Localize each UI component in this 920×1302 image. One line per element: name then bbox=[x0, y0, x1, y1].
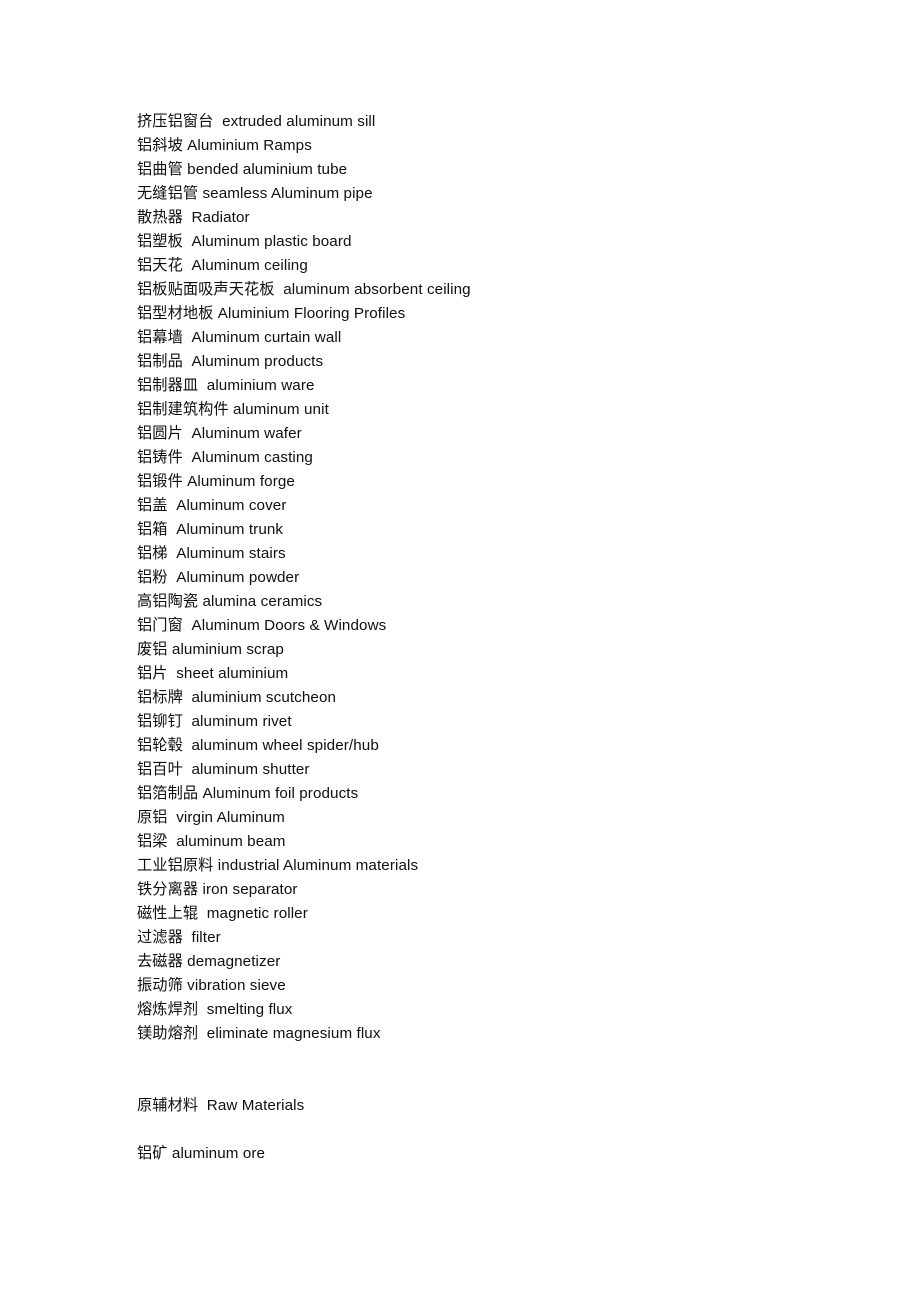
glossary-entry: 铝梯 Aluminum stairs bbox=[137, 545, 286, 562]
glossary-entry: 无缝铝管 seamless Aluminum pipe bbox=[137, 185, 373, 202]
glossary-entry: 铝幕墙 Aluminum curtain wall bbox=[137, 329, 342, 346]
glossary-entry: 铝铸件 Aluminum casting bbox=[137, 449, 313, 466]
glossary-entry: 铝锻件 Aluminum forge bbox=[137, 473, 295, 490]
glossary-entry: 过滤器 filter bbox=[137, 929, 221, 946]
glossary-entry: 铝板贴面吸声天花板 aluminum absorbent ceiling bbox=[137, 281, 471, 298]
glossary-entry: 挤压铝窗台 extruded aluminum sill bbox=[137, 113, 376, 130]
glossary-entry: 原铝 virgin Aluminum bbox=[137, 809, 285, 826]
glossary-entry: 铝粉 Aluminum powder bbox=[137, 569, 300, 586]
document-page: 挤压铝窗台 extruded aluminum sill 铝斜坡 Alumini… bbox=[0, 0, 920, 1302]
glossary-entry: 高铝陶瓷 alumina ceramics bbox=[137, 593, 323, 610]
glossary-term-list: 挤压铝窗台 extruded aluminum sill 铝斜坡 Alumini… bbox=[137, 110, 857, 1046]
glossary-entry: 去磁器 demagnetizer bbox=[137, 953, 281, 970]
glossary-entry: 铝天花 Aluminum ceiling bbox=[137, 257, 308, 274]
glossary-entry: 铝塑板 Aluminum plastic board bbox=[137, 233, 352, 250]
glossary-entry: 铝梁 aluminum beam bbox=[137, 833, 286, 850]
glossary-entry: 铝斜坡 Aluminium Ramps bbox=[137, 137, 312, 154]
glossary-entry: 铝制器皿 aluminium ware bbox=[137, 377, 315, 394]
glossary-entry: 废铝 aluminium scrap bbox=[137, 641, 284, 658]
glossary-entry: 铝盖 Aluminum cover bbox=[137, 497, 287, 514]
glossary-entry: 铝型材地板 Aluminium Flooring Profiles bbox=[137, 305, 406, 322]
glossary-entry: 铝门窗 Aluminum Doors & Windows bbox=[137, 617, 387, 634]
document-body: 挤压铝窗台 extruded aluminum sill 铝斜坡 Alumini… bbox=[137, 110, 857, 1166]
section-heading-raw-materials: 原辅材料 Raw Materials bbox=[137, 1097, 305, 1114]
glossary-entry: 铝圆片 Aluminum wafer bbox=[137, 425, 302, 442]
glossary-entry: 铝矿 aluminum ore bbox=[137, 1145, 266, 1162]
glossary-entry: 散热器 Radiator bbox=[137, 209, 250, 226]
glossary-entry: 铝制品 Aluminum products bbox=[137, 353, 324, 370]
glossary-entry: 铝曲管 bended aluminium tube bbox=[137, 161, 348, 178]
glossary-entry: 铁分离器 iron separator bbox=[137, 881, 298, 898]
glossary-entry: 振动筛 vibration sieve bbox=[137, 977, 286, 994]
glossary-entry: 铝标牌 aluminium scutcheon bbox=[137, 689, 337, 706]
glossary-entry: 铝百叶 aluminum shutter bbox=[137, 761, 310, 778]
glossary-entry: 铝铆钉 aluminum rivet bbox=[137, 713, 292, 730]
glossary-entry: 铝箱 Aluminum trunk bbox=[137, 521, 284, 538]
glossary-entry: 熔炼焊剂 smelting flux bbox=[137, 1001, 293, 1018]
glossary-entry: 铝轮毂 aluminum wheel spider/hub bbox=[137, 737, 379, 754]
glossary-entry: 铝制建筑构件 aluminum unit bbox=[137, 401, 329, 418]
glossary-entry: 工业铝原料 industrial Aluminum materials bbox=[137, 857, 419, 874]
glossary-entry: 铝箔制品 Aluminum foil products bbox=[137, 785, 359, 802]
glossary-entry: 磁性上辊 magnetic roller bbox=[137, 905, 308, 922]
glossary-entry: 铝片 sheet aluminium bbox=[137, 665, 289, 682]
glossary-entry: 镁助熔剂 eliminate magnesium flux bbox=[137, 1025, 381, 1042]
